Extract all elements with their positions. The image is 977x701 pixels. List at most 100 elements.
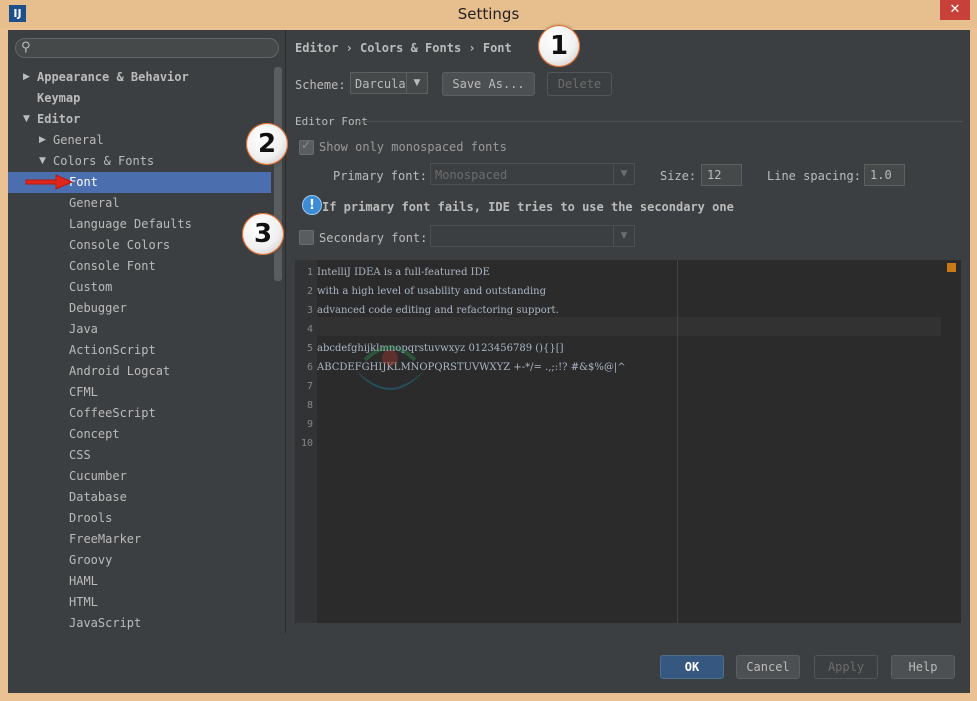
window-title: Settings [457, 5, 520, 23]
sidebar-item-label: Custom [69, 280, 113, 294]
sidebar-item-label: Appearance & Behavior [37, 70, 189, 84]
sidebar-item-appearance-behavior[interactable]: ▶ Appearance & Behavior [8, 67, 285, 88]
search-icon: ⚲ [21, 40, 31, 55]
sidebar-item-keymap[interactable]: Keymap [8, 88, 285, 109]
sidebar-item-cfml[interactable]: CFML [8, 382, 285, 403]
font-preview-editor[interactable]: 1 IntelliJ IDEA is a full-featured IDE 2 wi… [295, 260, 961, 623]
sidebar-item-general[interactable]: ▶ General [8, 130, 285, 151]
sidebar-item-label: Cucumber [69, 469, 127, 483]
secondary-font-info-text: If primary font fails, IDE tries to use … [322, 200, 734, 214]
line-number: 6 [306, 362, 313, 373]
sidebar-item-label: FreeMarker [69, 532, 142, 546]
sidebar-item-custom[interactable]: Custom [8, 277, 285, 298]
sidebar-item-concept[interactable]: Concept [8, 424, 285, 445]
editor-font-section-title: Editor Font [295, 115, 368, 128]
line-text: IntelliJ IDEA is a full-featured IDE [317, 267, 490, 278]
red-arrow-icon [25, 174, 74, 190]
chevron-down-icon[interactable]: ▼ [23, 109, 30, 130]
sidebar-item-html[interactable]: HTML [8, 592, 285, 613]
sidebar-item-label: CFML [69, 385, 98, 399]
breadcrumb: Editor › Colors & Fonts › Font [295, 41, 512, 55]
primary-font-select[interactable]: Monospaced ▼ [430, 163, 635, 185]
sidebar-item-cucumber[interactable]: Cucumber [8, 466, 285, 487]
sidebar-item-label: Concept [69, 427, 120, 441]
sidebar-item-label: CoffeeScript [69, 406, 156, 420]
settings-search-input[interactable]: ⚲ [15, 38, 279, 58]
size-label: Size: [660, 169, 697, 183]
sidebar-item-android-logcat[interactable]: Android Logcat [8, 361, 285, 382]
line-number: 8 [306, 400, 313, 411]
line-number: 4 [306, 324, 313, 335]
settings-tree: ▶ Appearance & Behavior Keymap ▼ Editor ▶ Gene… [8, 67, 285, 633]
secondary-font-select[interactable]: ▼ [430, 225, 635, 247]
line-number: 10 [300, 438, 313, 449]
chevron-down-icon: ▼ [613, 164, 634, 184]
editor-line: 10 [295, 434, 935, 453]
settings-window: IJ Settings ✕ ⚲ ▶ Appearance & Behavior Ke… [0, 0, 977, 701]
size-input[interactable]: 12 [701, 164, 742, 186]
line-number: 1 [306, 267, 313, 278]
scheme-select[interactable]: Darcula ▼ [350, 72, 428, 94]
sidebar-item-javascript[interactable]: JavaScript [8, 613, 285, 633]
sidebar-item-haml[interactable]: HAML [8, 571, 285, 592]
sidebar-item-freemarker[interactable]: FreeMarker [8, 529, 285, 550]
sidebar-item-label: Java [69, 322, 98, 336]
section-separator [359, 121, 963, 122]
sidebar-item-drools[interactable]: Drools [8, 508, 285, 529]
sidebar-item-label: HTML [69, 595, 98, 609]
cancel-button[interactable]: Cancel [736, 655, 800, 679]
font-settings-panel: Editor › Colors & Fonts › Font Scheme: D… [242, 25, 970, 633]
line-number: 7 [306, 381, 313, 392]
primary-font-value: Monospaced [435, 168, 508, 182]
line-number: 2 [306, 286, 313, 297]
sidebar-item-colors-fonts[interactable]: ▼ Colors & Fonts [8, 151, 285, 172]
sidebar-item-label: Editor [37, 112, 81, 126]
apply-button[interactable]: Apply [814, 655, 878, 679]
sidebar-item-coffeescript[interactable]: CoffeeScript [8, 403, 285, 424]
sidebar-item-css[interactable]: CSS [8, 445, 285, 466]
sidebar-item-label: Console Colors [69, 238, 171, 252]
chevron-right-icon[interactable]: ▶ [23, 67, 30, 88]
annotation-badge-1: 1 [538, 25, 580, 67]
sidebar-item-groovy[interactable]: Groovy [8, 550, 285, 571]
chevron-right-icon[interactable]: ▶ [39, 130, 46, 151]
sidebar-item-actionscript[interactable]: ActionScript [8, 340, 285, 361]
scheme-value: Darcula [355, 77, 406, 91]
chevron-down-icon[interactable]: ▼ [39, 151, 46, 172]
sidebar-item-label: JavaScript [69, 616, 142, 630]
check-icon: ✓ [301, 138, 312, 152]
line-spacing-label: Line spacing: [767, 169, 861, 183]
line-spacing-input[interactable]: 1.0 [864, 164, 905, 186]
sidebar-item-java[interactable]: Java [8, 319, 285, 340]
sidebar-item-database[interactable]: Database [8, 487, 285, 508]
dialog-footer: OK Cancel Apply Help [8, 633, 970, 693]
delete-button[interactable]: Delete [547, 72, 612, 96]
line-text: with a high level of usability and outst… [317, 286, 546, 297]
sidebar-item-label: Language Defaults [69, 217, 192, 231]
ok-button[interactable]: OK [660, 655, 724, 679]
sidebar-item-label: Console Font [69, 259, 156, 273]
settings-sidebar: ⚲ ▶ Appearance & Behavior Keymap ▼ Editor ▶ Ge… [8, 30, 286, 633]
secondary-font-checkbox[interactable] [299, 230, 314, 245]
error-stripe-marker[interactable] [947, 263, 956, 272]
title-bar: IJ Settings ✕ [0, 0, 977, 28]
save-as-button[interactable]: Save As... [442, 72, 535, 96]
watermark-logo-icon [355, 345, 425, 390]
sidebar-item-label: Keymap [37, 91, 81, 105]
close-button[interactable]: ✕ [940, 0, 970, 20]
annotation-badge-3: 3 [242, 213, 284, 255]
line-text: advanced code editing and refactoring su… [317, 305, 559, 316]
sidebar-item-console-font[interactable]: Console Font [8, 256, 285, 277]
editor-line: 1 IntelliJ IDEA is a full-featured IDE [295, 263, 935, 282]
show-monospaced-checkbox[interactable]: ✓ [299, 138, 314, 155]
sidebar-item-editor[interactable]: ▼ Editor [8, 109, 285, 130]
line-number: 9 [306, 419, 313, 430]
sidebar-item-general[interactable]: General [8, 193, 285, 214]
line-number: 5 [306, 343, 313, 354]
sidebar-item-label: Colors & Fonts [53, 154, 155, 168]
sidebar-item-label: Drools [69, 511, 113, 525]
sidebar-item-debugger[interactable]: Debugger [8, 298, 285, 319]
sidebar-item-label: HAML [69, 574, 98, 588]
help-button[interactable]: Help [891, 655, 955, 679]
info-icon: ! [302, 195, 322, 215]
